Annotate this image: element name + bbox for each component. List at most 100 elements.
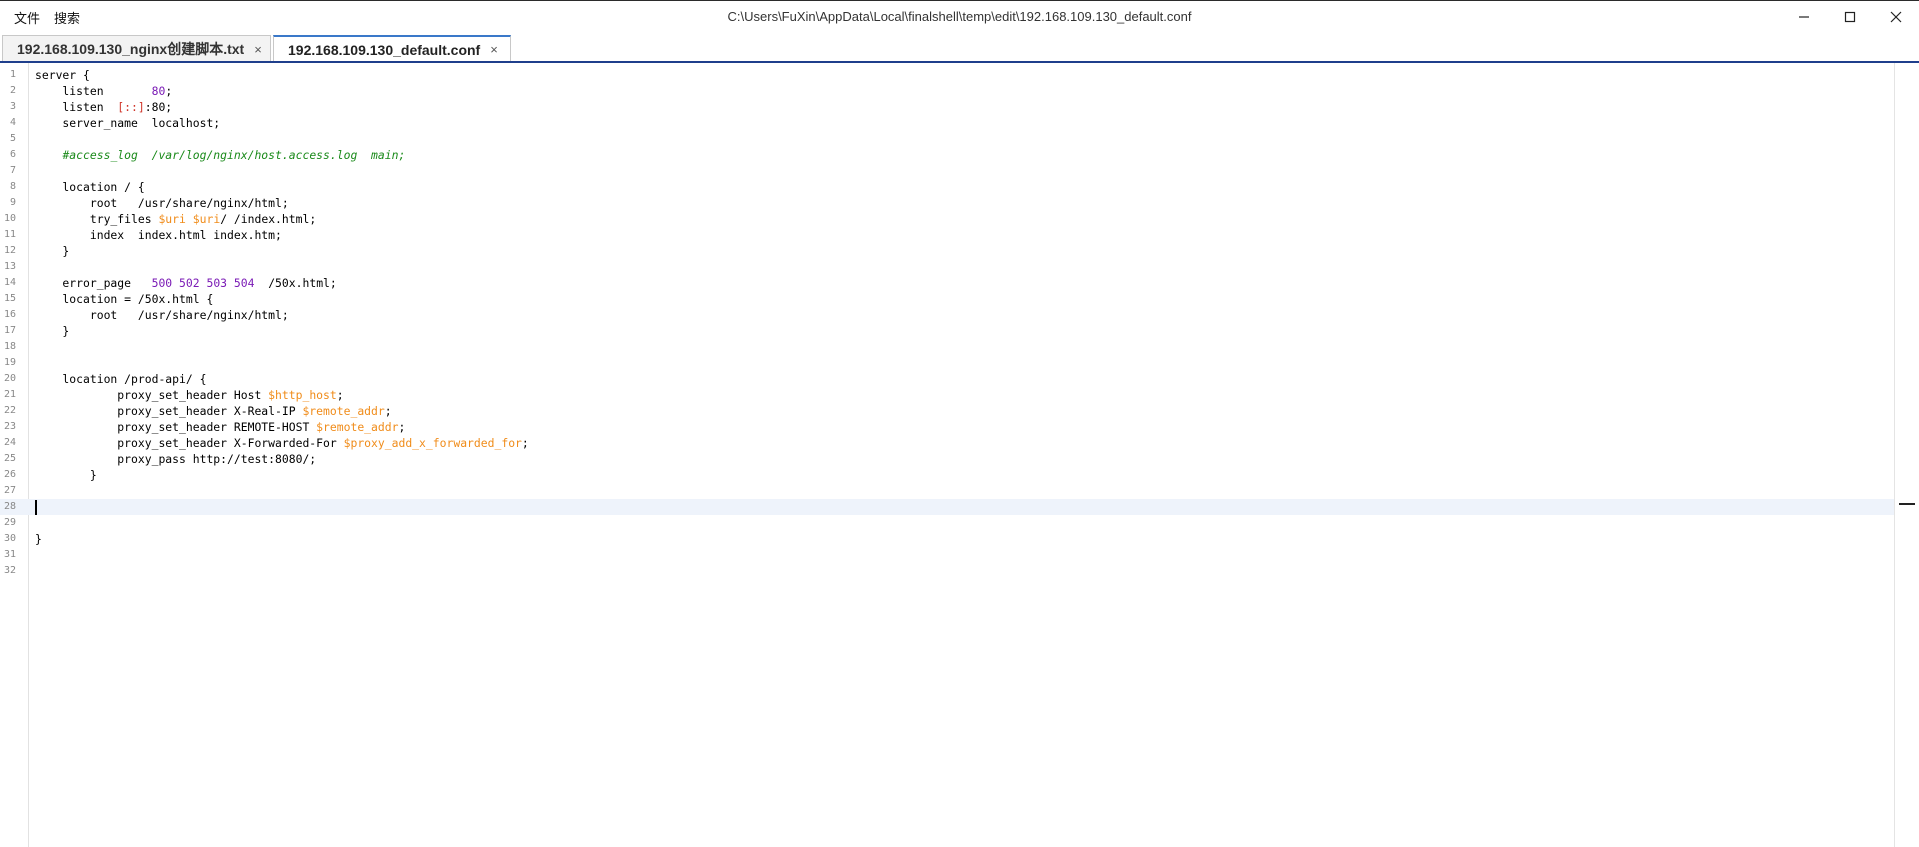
maximize-button[interactable] [1827,1,1873,32]
code-line[interactable]: 16 root /usr/share/nginx/html; [0,307,1900,323]
code-line[interactable]: 6 #access_log /var/log/nginx/host.access… [0,147,1900,163]
code-line[interactable]: 2 listen 80; [0,83,1900,99]
code-text: location /prod-api/ { [35,372,207,386]
line-number: 23 [3,421,16,432]
title-bar: 文件 搜索 C:\Users\FuXin\AppData\Local\final… [0,0,1919,32]
code-text: proxy_set_header REMOTE-HOST $remote_add… [35,420,406,434]
code-line[interactable]: 32 [0,563,1900,579]
tab-bar: 192.168.109.130_nginx创建脚本.txt × 192.168.… [0,32,1919,62]
code-text: server { [35,68,90,82]
line-number: 3 [9,101,16,112]
line-number: 24 [3,437,16,448]
code-line[interactable]: 17 } [0,323,1900,339]
code-line[interactable]: 1 server { [0,67,1900,83]
scroll-position-marker [1899,503,1915,505]
code-line[interactable]: 28 [0,499,1900,515]
code-line[interactable]: 23 proxy_set_header REMOTE-HOST $remote_… [0,419,1900,435]
code-line[interactable]: 22 proxy_set_header X-Real-IP $remote_ad… [0,403,1900,419]
line-number: 28 [3,501,16,512]
line-number: 26 [3,469,16,480]
code-text: location = /50x.html { [35,292,214,306]
menu-file[interactable]: 文件 [14,8,40,27]
tab-label: 192.168.109.130_nginx创建脚本.txt [17,41,245,57]
line-number: 27 [3,485,16,496]
minimize-button[interactable] [1781,1,1827,32]
line-number: 20 [3,373,16,384]
menu-bar: 文件 搜索 [14,8,80,27]
line-number: 9 [9,197,16,208]
line-number: 15 [3,293,16,304]
line-number: 18 [3,341,16,352]
code-line[interactable]: 15 location = /50x.html { [0,291,1900,307]
code-line[interactable]: 4 server_name localhost; [0,115,1900,131]
code-line[interactable]: 20 location /prod-api/ { [0,371,1900,387]
code-text: } [35,244,70,258]
line-number: 8 [9,181,16,192]
code-line[interactable]: 3 listen [::]:80; [0,99,1900,115]
code-text: } [35,532,42,546]
code-line[interactable]: 7 [0,163,1900,179]
code-text: root /usr/share/nginx/html; [35,196,289,210]
code-line[interactable]: 19 [0,355,1900,371]
code-line[interactable]: 27 [0,483,1900,499]
code-line[interactable]: 14 error_page 500 502 503 504 /50x.html; [0,275,1900,291]
vertical-scrollbar[interactable] [1894,63,1919,847]
line-number: 25 [3,453,16,464]
line-number: 2 [9,85,16,96]
code-line[interactable]: 11 index index.html index.htm; [0,227,1900,243]
line-number: 7 [9,165,16,176]
line-number: 13 [3,261,16,272]
line-number: 29 [3,517,16,528]
window-controls [1781,1,1919,32]
code-line[interactable]: 8 location / { [0,179,1900,195]
line-number: 11 [3,229,16,240]
text-cursor [35,500,37,515]
code-text: proxy_pass http://test:8080/; [35,452,317,466]
code-text: } [35,468,97,482]
close-button[interactable] [1873,1,1919,32]
code-text: location / { [35,180,145,194]
line-number: 16 [3,309,16,320]
code-text: listen [::]:80; [35,100,173,114]
line-number: 22 [3,405,16,416]
code-text: #access_log /var/log/nginx/host.access.l… [62,148,406,162]
code-line[interactable]: 30} [0,531,1900,547]
code-text: root /usr/share/nginx/html; [35,308,289,322]
line-number: 1 [9,69,16,80]
code-line[interactable]: 26 } [0,467,1900,483]
line-number: 19 [3,357,16,368]
tab-close-icon[interactable]: × [490,42,498,57]
line-number: 4 [9,117,16,128]
code-line[interactable]: 21 proxy_set_header Host $http_host; [0,387,1900,403]
code-line[interactable]: 13 [0,259,1900,275]
window-title-path: C:\Users\FuXin\AppData\Local\finalshell\… [727,9,1192,24]
line-number: 10 [3,213,16,224]
code-line[interactable]: 25 proxy_pass http://test:8080/; [0,451,1900,467]
code-text: proxy_set_header Host $http_host; [35,388,344,402]
code-line[interactable]: 31 [0,547,1900,563]
code-line[interactable]: 9 root /usr/share/nginx/html; [0,195,1900,211]
line-number: 31 [3,549,16,560]
menu-search[interactable]: 搜索 [54,8,80,27]
code-text: listen 80; [35,84,173,98]
code-editor[interactable]: 1 server {2 listen 80; 3 listen [::]:80; 4 … [0,63,1919,847]
line-number: 30 [3,533,16,544]
code-text: try_files $uri $uri/ /index.html; [35,212,317,226]
code-line[interactable]: 24 proxy_set_header X-Forwarded-For $pro… [0,435,1900,451]
code-line[interactable]: 18 [0,339,1900,355]
code-text [35,499,37,515]
code-text: proxy_set_header X-Real-IP $remote_addr; [35,404,392,418]
code-line[interactable]: 10 try_files $uri $uri/ /index.html; [0,211,1900,227]
code-text: index index.html index.htm; [35,228,282,242]
code-lines[interactable]: 1 server {2 listen 80; 3 listen [::]:80; 4 … [0,67,1900,579]
code-line[interactable]: 5 [0,131,1900,147]
code-text: proxy_set_header X-Forwarded-For $proxy_… [35,436,529,450]
code-line[interactable]: 12 } [0,243,1900,259]
tab-default-conf[interactable]: 192.168.109.130_default.conf × [273,35,511,62]
close-icon [1890,11,1902,22]
line-number: 14 [3,277,16,288]
code-text: } [35,324,70,338]
code-line[interactable]: 29 [0,515,1900,531]
tab-nginx-script[interactable]: 192.168.109.130_nginx创建脚本.txt × [2,35,271,62]
tab-close-icon[interactable]: × [254,42,262,57]
